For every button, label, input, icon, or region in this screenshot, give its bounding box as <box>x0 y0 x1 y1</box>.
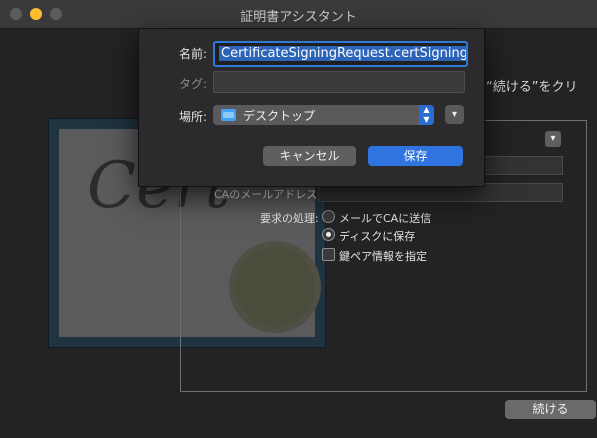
name-label: 名前: <box>179 47 208 61</box>
email-to-ca-label: メールでCAに送信 <box>339 212 432 225</box>
tags-label: タグ: <box>179 77 208 91</box>
title-bar: 証明書アシスタント <box>0 0 597 29</box>
filename-input[interactable]: CertificateSigningRequest.certSigningReq… <box>213 41 468 67</box>
filename-text: CertificateSigningRequest.certSigningReq… <box>219 46 466 61</box>
request-handling-label: 要求の処理: <box>260 212 319 225</box>
desktop-folder-icon <box>221 109 236 121</box>
save-to-disk-radio[interactable] <box>322 228 335 241</box>
key-pair-label: 鍵ペア情報を指定 <box>339 250 427 263</box>
cancel-button[interactable]: キャンセル <box>263 146 356 166</box>
save-button[interactable]: 保存 <box>368 146 463 166</box>
location-select[interactable]: デスクトップ ▲ ▼ <box>213 105 434 125</box>
save-dialog: 名前: CertificateSigningRequest.certSignin… <box>138 28 485 187</box>
expand-dialog-button[interactable]: ▾ <box>445 105 464 124</box>
intro-text: “続ける”をクリ <box>486 80 578 95</box>
up-down-chevron-icon: ▲ ▼ <box>419 105 434 125</box>
email-to-ca-radio[interactable] <box>322 210 335 223</box>
chevron-down-icon[interactable]: ▾ <box>545 131 561 147</box>
location-label: 場所: <box>179 110 208 124</box>
save-to-disk-label: ディスクに保存 <box>339 230 416 243</box>
window-title: 証明書アシスタント <box>240 10 357 25</box>
continue-button[interactable]: 続ける <box>505 400 596 419</box>
key-pair-checkbox[interactable] <box>322 248 335 261</box>
ca-email-label: CAのメールアドレス: <box>214 188 321 201</box>
tags-input[interactable] <box>213 71 465 93</box>
location-value: デスクトップ <box>243 109 316 123</box>
